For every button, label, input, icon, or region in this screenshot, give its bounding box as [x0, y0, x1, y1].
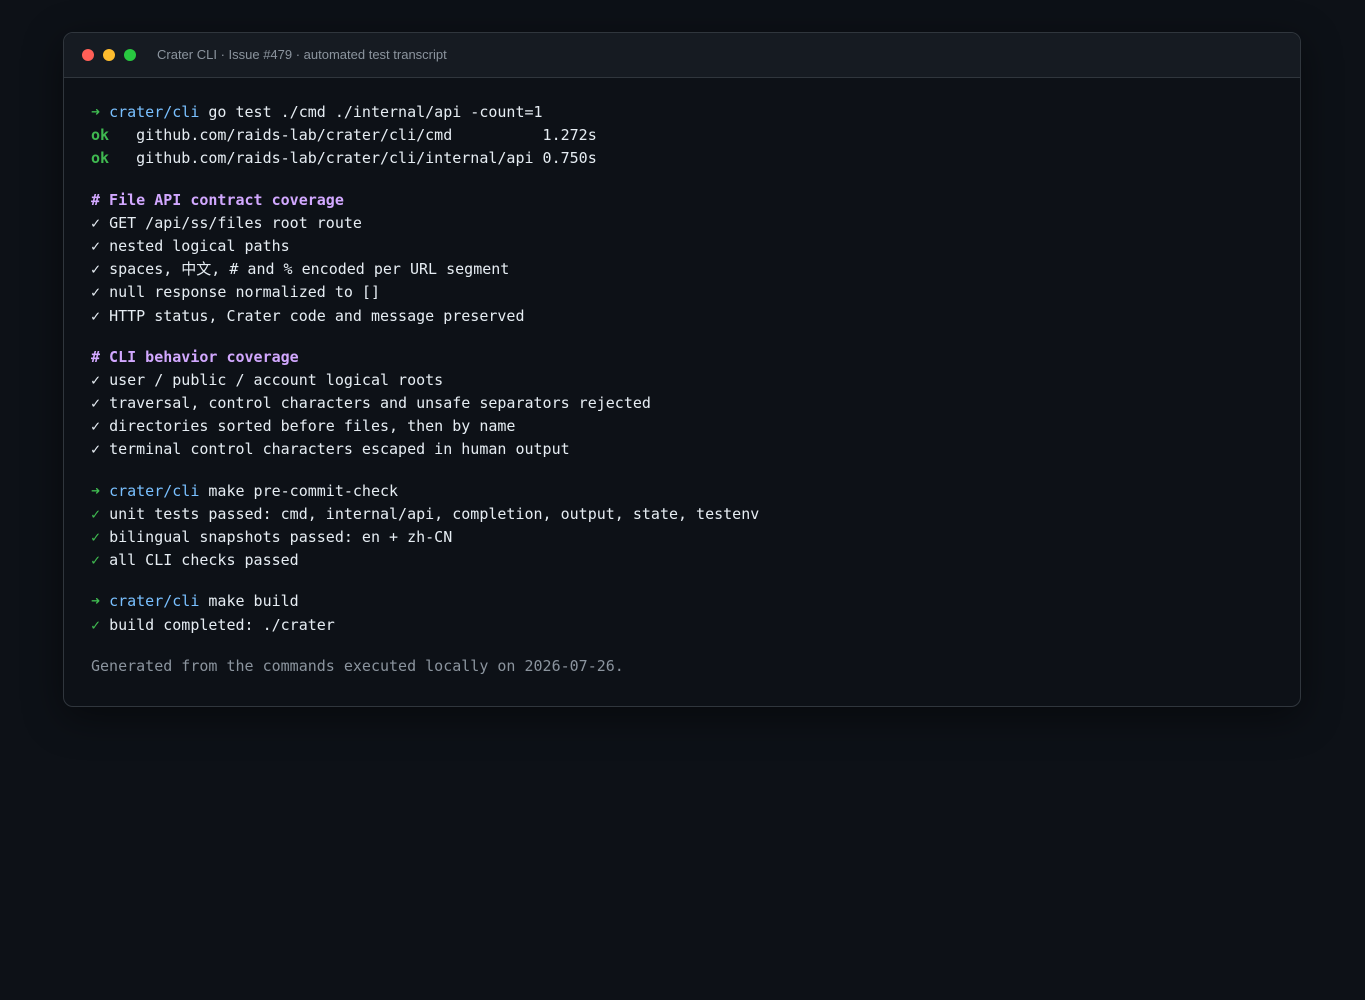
prompt-cwd: crater/cli — [109, 592, 200, 611]
terminal-output[interactable]: ➜ crater/cli go test ./cmd ./internal/ap… — [91, 101, 1280, 678]
package-path: github.com/raids-lab/crater/cli/internal… — [136, 149, 534, 168]
check-result: ✓ unit tests passed: cmd, internal/api, … — [91, 504, 760, 523]
check-icon: ✓ — [91, 615, 101, 634]
coverage-item: ✓ GET /api/ss/files root route — [91, 213, 362, 232]
prompt-arrow-icon: ➜ — [91, 592, 101, 611]
check-icon: ✓ — [91, 417, 101, 436]
check-icon: ✓ — [91, 306, 101, 325]
check-icon: ✓ — [91, 551, 101, 570]
title-bar: Crater CLI · Issue #479 · automated test… — [64, 33, 1300, 78]
command-line: ➜ crater/cli make build — [91, 590, 1280, 613]
package-path: github.com/raids-lab/crater/cli/cmd — [136, 126, 534, 145]
command-line: ➜ crater/cli go test ./cmd ./internal/ap… — [91, 101, 1280, 124]
check-icon: ✓ — [91, 283, 101, 302]
test-duration: 0.750s — [542, 149, 597, 168]
check-icon: ✓ — [91, 236, 101, 255]
terminal-window: Crater CLI · Issue #479 · automated test… — [63, 32, 1301, 707]
transcript-footer: Generated from the commands executed loc… — [91, 656, 624, 675]
check-result: ✓ bilingual snapshots passed: en + zh-CN — [91, 528, 453, 546]
ok-status: ok — [91, 149, 110, 168]
prompt-cwd: crater/cli — [109, 481, 200, 500]
prompt-arrow-icon: ➜ — [91, 103, 101, 121]
window-title: Crater CLI · Issue #479 · automated test… — [157, 47, 447, 62]
check-icon: ✓ — [91, 213, 101, 232]
check-icon: ✓ — [91, 440, 101, 459]
check-icon: ✓ — [91, 528, 101, 546]
minimize-window-button[interactable] — [103, 49, 115, 61]
command-text: make build — [208, 592, 299, 611]
maximize-window-button[interactable] — [124, 49, 136, 61]
check-result: ✓ all CLI checks passed — [91, 551, 299, 570]
check-result: ✓ build completed: ./crater — [91, 615, 335, 634]
coverage-item: ✓ user / public / account logical roots — [91, 370, 444, 389]
ok-status: ok — [91, 126, 110, 145]
coverage-item: ✓ traversal, control characters and unsa… — [91, 394, 651, 413]
prompt-arrow-icon: ➜ — [91, 481, 101, 500]
test-result-row: ok github.com/raids-lab/crater/cli/inter… — [91, 147, 1280, 170]
command-text: go test ./cmd ./internal/api -count=1 — [208, 103, 543, 121]
test-duration: 1.272s — [542, 126, 597, 145]
check-icon: ✓ — [91, 394, 101, 413]
check-icon: ✓ — [91, 260, 101, 279]
test-result-row: ok github.com/raids-lab/crater/cli/cmd 1… — [91, 124, 1280, 147]
coverage-item: ✓ directories sorted before files, then … — [91, 417, 516, 436]
coverage-item: ✓ spaces, 中文, # and % encoded per URL se… — [91, 260, 510, 279]
close-window-button[interactable] — [82, 49, 94, 61]
section-heading: # CLI behavior coverage — [91, 347, 299, 366]
coverage-item: ✓ HTTP status, Crater code and message p… — [91, 306, 525, 325]
check-icon: ✓ — [91, 504, 101, 523]
coverage-item: ✓ nested logical paths — [91, 236, 290, 255]
coverage-item: ✓ null response normalized to [] — [91, 283, 380, 302]
command-line: ➜ crater/cli make pre-commit-check — [91, 480, 1280, 503]
coverage-item: ✓ terminal control characters escaped in… — [91, 440, 570, 459]
prompt-cwd: crater/cli — [109, 103, 200, 121]
section-heading: # File API contract coverage — [91, 190, 344, 209]
command-text: make pre-commit-check — [208, 481, 399, 500]
check-icon: ✓ — [91, 370, 101, 389]
